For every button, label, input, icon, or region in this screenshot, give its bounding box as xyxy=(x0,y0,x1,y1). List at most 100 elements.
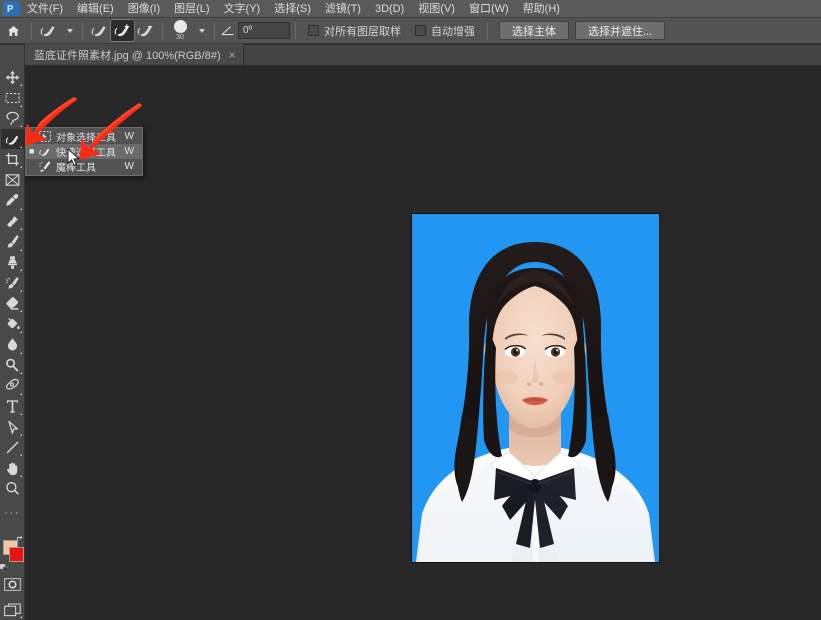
document-tab-title: 蓝底证件照素材.jpg @ 100%(RGB/8#) xyxy=(34,49,221,62)
eraser-tool[interactable] xyxy=(1,293,24,314)
healing-brush-tool[interactable] xyxy=(1,211,24,232)
background-color-swatch[interactable] xyxy=(8,546,24,562)
sample-all-layers-label: 对所有图层取样 xyxy=(324,25,401,38)
chevron-down-icon xyxy=(67,28,73,33)
tools-panel: ··· xyxy=(0,45,25,620)
current-tool-bullet: ■ xyxy=(29,146,35,156)
flyout-item-quick-selection[interactable]: ■ 快速选择工具 W xyxy=(26,144,142,159)
quick-selection-tool[interactable] xyxy=(0,128,24,150)
brush-tip-icon xyxy=(173,20,187,33)
menu-help[interactable]: 帮助(H) xyxy=(516,0,567,18)
menu-bar: 文件(F) 编辑(E) 图像(I) 图层(L) 文字(Y) 选择(S) 滤镜(T… xyxy=(0,0,821,18)
select-subject-button[interactable]: 选择主体 xyxy=(499,21,569,40)
flyout-corner-icon xyxy=(20,331,22,334)
path-selection-tool[interactable] xyxy=(1,417,24,438)
quick-mask-button[interactable] xyxy=(1,574,24,595)
menu-layer[interactable]: 图层(L) xyxy=(167,0,216,18)
object-selection-icon xyxy=(38,131,52,142)
menu-edit[interactable]: 编辑(E) xyxy=(70,0,121,18)
default-colors-icon[interactable] xyxy=(0,559,8,573)
separator xyxy=(31,21,32,40)
document-tab-bar: 蓝底证件照素材.jpg @ 100%(RGB/8#) × xyxy=(25,44,821,66)
mouse-pointer xyxy=(67,148,80,166)
flyout-corner-icon xyxy=(20,248,22,251)
brush-size-preview[interactable]: 30 xyxy=(168,19,192,42)
marquee-tool[interactable] xyxy=(1,88,24,109)
menu-view[interactable]: 视图(V) xyxy=(411,0,462,18)
sample-all-layers-checkbox[interactable]: 对所有图层取样 xyxy=(301,23,408,39)
eyedropper-tool[interactable] xyxy=(1,190,24,211)
separator xyxy=(82,21,83,40)
separator xyxy=(162,21,163,40)
clone-stamp-tool[interactable] xyxy=(1,252,24,273)
flyout-item-magic-wand[interactable]: 魔棒工具 W xyxy=(26,159,142,174)
id-photo-image xyxy=(412,214,659,562)
canvas-area[interactable] xyxy=(25,66,821,620)
selection-mode-new[interactable] xyxy=(88,20,111,41)
menu-select[interactable]: 选择(S) xyxy=(267,0,318,18)
menu-type[interactable]: 文字(Y) xyxy=(217,0,268,18)
flyout-corner-icon xyxy=(20,269,22,272)
checkbox-box[interactable] xyxy=(415,25,426,36)
flyout-item-object-selection[interactable]: 对象选择工具 W xyxy=(26,129,142,144)
menu-file[interactable]: 文件(F) xyxy=(20,0,70,18)
flyout-shortcut: W xyxy=(124,146,134,157)
brush-angle-input[interactable]: 0º xyxy=(238,22,290,39)
crop-tool[interactable] xyxy=(1,149,24,170)
flyout-label: 对象选择工具 xyxy=(56,133,116,144)
photoshop-home-icon[interactable] xyxy=(3,1,20,16)
pen-tool[interactable] xyxy=(1,376,24,397)
edit-toolbar-button[interactable]: ··· xyxy=(1,505,24,526)
color-swatches[interactable] xyxy=(0,529,25,573)
blur-tool[interactable] xyxy=(1,335,24,356)
brush-tool[interactable] xyxy=(1,232,24,253)
flyout-corner-icon xyxy=(20,125,22,128)
paint-bucket-tool[interactable] xyxy=(1,314,24,335)
brush-angle-icon xyxy=(220,20,236,41)
chevron-down-icon xyxy=(199,28,205,33)
checkbox-box[interactable] xyxy=(308,25,319,36)
tool-flyout-menu: 对象选择工具 W ■ 快速选择工具 W 魔棒工具 W xyxy=(25,127,143,176)
select-and-mask-button[interactable]: 选择并遮住... xyxy=(575,21,666,40)
tool-preset-picker[interactable] xyxy=(37,20,60,41)
brush-picker-dropdown[interactable] xyxy=(192,20,209,41)
flyout-corner-icon xyxy=(20,475,22,478)
menu-image[interactable]: 图像(I) xyxy=(121,0,167,18)
menu-3d[interactable]: 3D(D) xyxy=(368,0,411,18)
tool-preset-dropdown[interactable] xyxy=(60,20,77,41)
menu-filter[interactable]: 滤镜(T) xyxy=(318,0,368,18)
flyout-corner-icon xyxy=(20,289,22,292)
flyout-shortcut: W xyxy=(124,131,134,142)
swap-colors-icon[interactable] xyxy=(16,530,24,542)
flyout-corner-icon xyxy=(20,228,22,231)
flyout-corner-icon xyxy=(20,351,22,354)
history-brush-tool[interactable] xyxy=(1,273,24,294)
options-bar: 30 0º 对所有图层取样 自动增强 选择主体 选择并遮住... xyxy=(0,18,821,44)
home-button[interactable] xyxy=(0,18,26,44)
flyout-corner-icon xyxy=(20,207,22,210)
hand-tool[interactable] xyxy=(1,458,24,479)
flyout-label: 快速选择工具 xyxy=(56,148,116,159)
screen-mode-button[interactable] xyxy=(1,599,24,620)
flyout-label: 魔棒工具 xyxy=(56,163,96,174)
lasso-tool[interactable] xyxy=(1,108,24,129)
photoshop-window: 文件(F) 编辑(E) 图像(I) 图层(L) 文字(Y) 选择(S) 滤镜(T… xyxy=(0,0,821,620)
flyout-corner-icon xyxy=(20,84,22,87)
auto-enhance-checkbox[interactable]: 自动增强 xyxy=(408,23,482,39)
type-tool[interactable] xyxy=(1,396,24,417)
separator xyxy=(295,21,296,40)
frame-tool[interactable] xyxy=(1,170,24,191)
selection-mode-add[interactable] xyxy=(110,19,135,42)
move-tool[interactable] xyxy=(1,67,24,88)
menu-window[interactable]: 窗口(W) xyxy=(462,0,516,18)
flyout-corner-icon xyxy=(20,433,22,436)
selection-mode-subtract[interactable] xyxy=(134,20,157,41)
zoom-tool[interactable] xyxy=(1,479,24,500)
dodge-tool[interactable] xyxy=(1,355,24,376)
magic-wand-icon xyxy=(38,161,52,172)
document-tab[interactable]: 蓝底证件照素材.jpg @ 100%(RGB/8#) × xyxy=(25,44,244,65)
close-icon[interactable]: × xyxy=(229,49,236,61)
flyout-corner-icon xyxy=(20,392,22,395)
separator xyxy=(214,21,215,40)
line-tool[interactable] xyxy=(1,437,24,458)
